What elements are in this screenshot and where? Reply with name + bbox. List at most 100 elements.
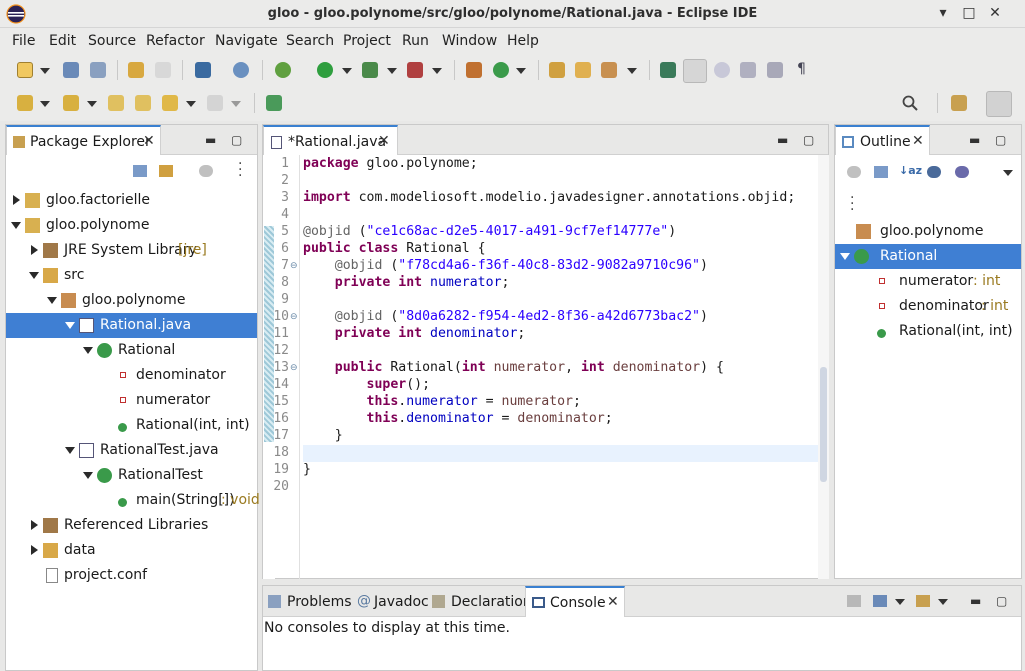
- open-type-icon[interactable]: [549, 62, 565, 78]
- block-selection-icon[interactable]: [714, 62, 730, 78]
- minimize-view-icon[interactable]: ▬: [205, 133, 216, 147]
- chevron-down-icon[interactable]: [231, 101, 241, 107]
- tab-outline[interactable]: Outline ✕: [835, 125, 930, 155]
- tab-rational-java[interactable]: *Rational.java ✕: [263, 125, 398, 155]
- terminal-icon[interactable]: [195, 62, 211, 78]
- display-console-icon[interactable]: [873, 595, 887, 607]
- close-icon[interactable]: ✕: [143, 133, 155, 149]
- close-icon[interactable]: ✕: [378, 133, 390, 149]
- tree-item[interactable]: Referenced Libraries: [6, 513, 257, 538]
- chevron-down-icon[interactable]: [895, 599, 905, 605]
- chevron-down-icon[interactable]: [342, 68, 352, 74]
- chevron-down-icon[interactable]: [87, 101, 97, 107]
- menu-run[interactable]: Run: [402, 33, 429, 49]
- previous-edit-icon[interactable]: [63, 95, 79, 111]
- tree-item[interactable]: JRE System Library [jre]: [6, 238, 257, 263]
- outline-item[interactable]: denominator : int: [835, 294, 1021, 319]
- fold-icon[interactable]: ⊖: [290, 261, 298, 271]
- outline-item[interactable]: Rational(int, int): [835, 319, 1021, 344]
- tree-item[interactable]: main(String[]) : void: [6, 488, 260, 513]
- menu-project[interactable]: Project: [343, 33, 391, 49]
- java-perspective-icon[interactable]: [986, 91, 1012, 117]
- tab-package-explorer[interactable]: Package Explorer ✕: [6, 125, 161, 155]
- view-menu-icon[interactable]: · · ·: [238, 157, 242, 183]
- run-icon[interactable]: [317, 62, 333, 78]
- close-icon[interactable]: ✕: [607, 594, 619, 610]
- maximize-view-icon[interactable]: ▢: [803, 133, 814, 147]
- menu-edit[interactable]: Edit: [49, 33, 76, 49]
- minimize-view-icon[interactable]: ▬: [970, 594, 981, 608]
- pilcrow-icon[interactable]: ¶: [797, 61, 806, 77]
- tree-item[interactable]: Rational(int, int): [6, 413, 257, 438]
- search-types-icon[interactable]: [233, 62, 249, 78]
- tree-item[interactable]: RationalTest: [6, 463, 257, 488]
- maximize-button[interactable]: □: [961, 5, 977, 21]
- tree-item-selected[interactable]: Rational.java: [6, 313, 257, 338]
- fold-icon[interactable]: ⊖: [290, 363, 298, 373]
- last-edit-location-icon[interactable]: [108, 95, 124, 111]
- tab-console[interactable]: Console ✕: [525, 586, 625, 617]
- search-icon[interactable]: [902, 95, 918, 111]
- maximize-view-icon[interactable]: ▢: [996, 594, 1007, 608]
- tree-item[interactable]: RationalTest.java: [6, 438, 257, 463]
- tree-item[interactable]: src: [6, 263, 257, 288]
- tab-problems[interactable]: Problems: [287, 594, 352, 610]
- maximize-view-icon[interactable]: ▢: [231, 133, 242, 147]
- chevron-down-icon[interactable]: [432, 68, 442, 74]
- debug-icon[interactable]: [275, 62, 291, 78]
- pin-icon[interactable]: [135, 95, 151, 111]
- pin-console-icon[interactable]: [847, 595, 861, 607]
- hide-fields-icon[interactable]: [927, 166, 941, 178]
- outline-item[interactable]: numerator : int: [835, 269, 1021, 294]
- menu-search[interactable]: Search: [286, 33, 334, 49]
- toggle-mark-occurrences-icon[interactable]: [683, 59, 707, 83]
- coverage-icon[interactable]: [362, 62, 378, 78]
- view-menu-icon[interactable]: · · ·: [850, 191, 854, 217]
- tree-item[interactable]: Rational: [6, 338, 257, 363]
- tree-item[interactable]: denominator: [6, 363, 257, 388]
- menu-source[interactable]: Source: [88, 33, 136, 49]
- maximize-view-icon[interactable]: ▢: [995, 133, 1006, 147]
- tab-declaration[interactable]: Declaration: [451, 594, 532, 610]
- sort-icon[interactable]: ↓az: [899, 164, 922, 177]
- chevron-down-icon[interactable]: [387, 68, 397, 74]
- hide-static-icon[interactable]: [955, 166, 969, 178]
- save-icon[interactable]: [63, 62, 79, 78]
- link-with-editor-icon[interactable]: [159, 165, 173, 177]
- new-class-icon[interactable]: [493, 62, 509, 78]
- forward-icon[interactable]: [207, 95, 223, 111]
- chevron-down-icon[interactable]: [186, 101, 196, 107]
- open-perspective-icon[interactable]: [951, 95, 967, 111]
- menu-help[interactable]: Help: [507, 33, 539, 49]
- save-all-icon[interactable]: [90, 62, 106, 78]
- tree-item[interactable]: project.conf: [6, 563, 257, 588]
- chevron-down-icon[interactable]: [40, 68, 50, 74]
- minimize-view-icon[interactable]: ▬: [777, 133, 788, 147]
- undo-icon[interactable]: [128, 62, 144, 78]
- menu-file[interactable]: File: [12, 33, 35, 49]
- open-console-icon[interactable]: [916, 595, 930, 607]
- tree-item[interactable]: numerator: [6, 388, 257, 413]
- close-window-button[interactable]: ✕: [987, 5, 1003, 21]
- chevron-down-icon[interactable]: [1003, 170, 1013, 176]
- editor-scrollbar[interactable]: [818, 155, 829, 579]
- tree-item[interactable]: data: [6, 538, 257, 563]
- external-tools-icon[interactable]: [407, 62, 423, 78]
- word-wrap-icon[interactable]: [767, 62, 783, 78]
- outline-item-selected[interactable]: Rational: [835, 244, 1021, 269]
- next-edit-icon[interactable]: [17, 95, 33, 111]
- redo-icon[interactable]: [155, 62, 171, 78]
- minimize-view-icon[interactable]: ▬: [969, 133, 980, 147]
- back-icon[interactable]: [162, 95, 178, 111]
- collapse-all-icon[interactable]: [133, 165, 147, 177]
- close-icon[interactable]: ✕: [912, 133, 924, 149]
- new-package-icon[interactable]: [466, 62, 482, 78]
- open-task-icon[interactable]: [575, 62, 591, 78]
- show-whitespace-icon[interactable]: [740, 62, 756, 78]
- fold-icon[interactable]: ⊖: [290, 312, 298, 322]
- menu-window[interactable]: Window: [442, 33, 497, 49]
- chevron-down-icon[interactable]: [40, 101, 50, 107]
- minimize-button[interactable]: ▾: [935, 5, 951, 21]
- outline-item[interactable]: gloo.polynome: [835, 219, 1021, 244]
- collapse-all-icon[interactable]: [874, 166, 888, 178]
